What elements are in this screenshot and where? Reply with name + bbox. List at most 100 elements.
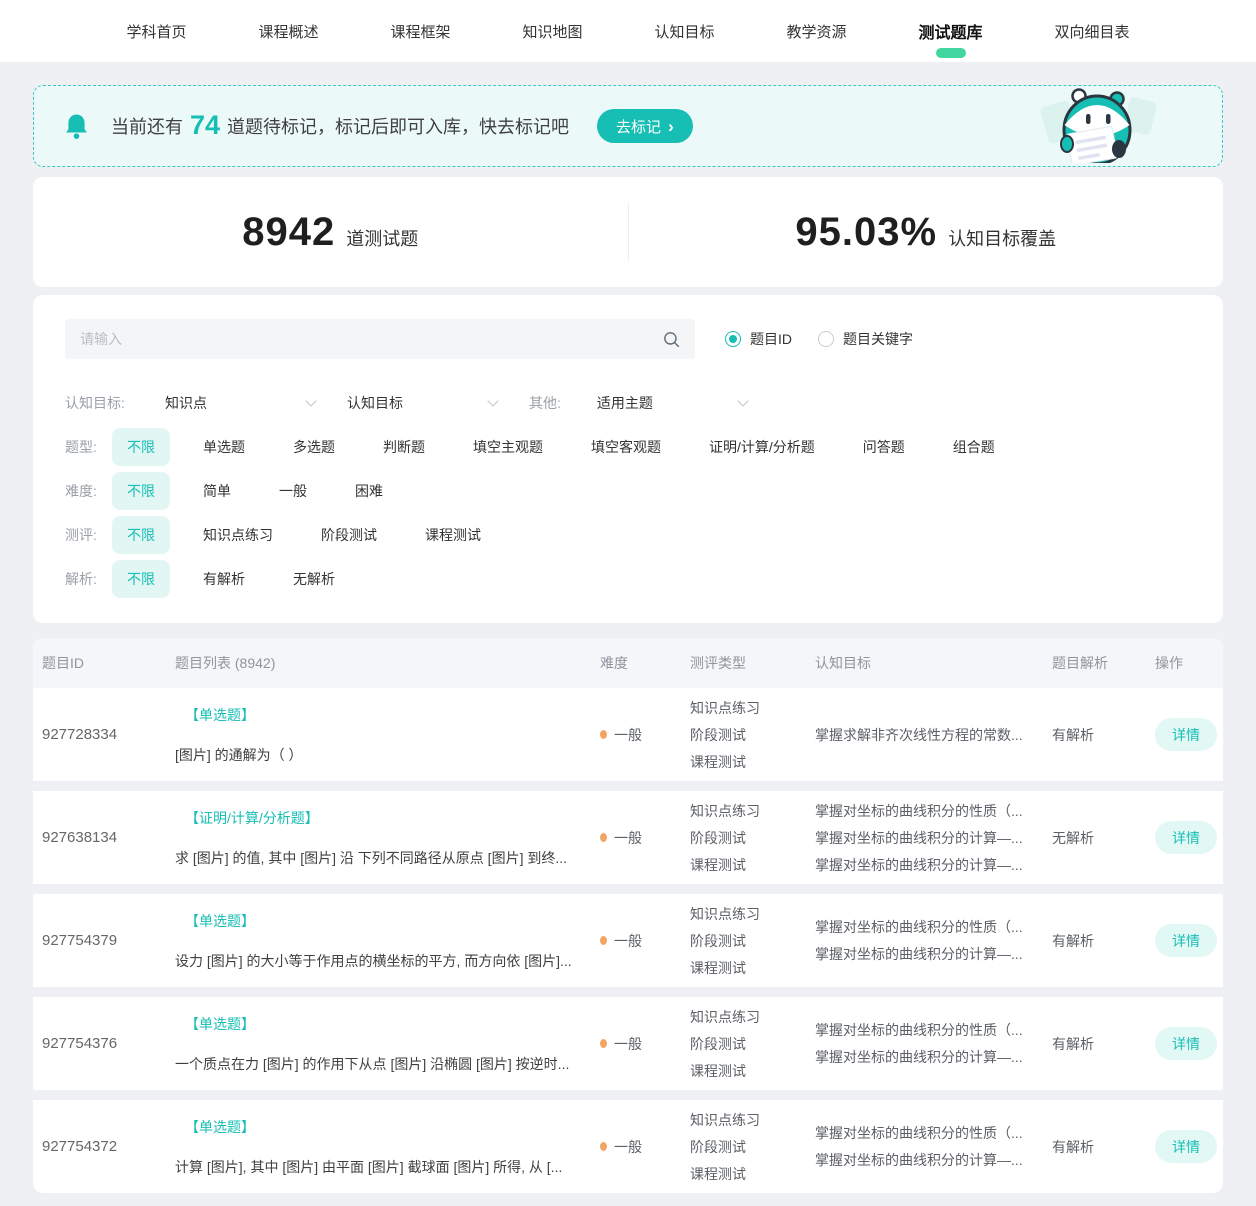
nav-item-8[interactable]: 双向细目表: [1055, 1, 1130, 62]
filter-option[interactable]: 证明/计算/分析题: [709, 437, 815, 457]
nav-item-label: 课程框架: [390, 24, 450, 41]
cell-eval-types: 知识点练习阶段测试课程测试: [690, 698, 815, 772]
nav-item-1[interactable]: 学科首页: [126, 1, 186, 62]
filter-option[interactable]: 困难: [355, 481, 383, 501]
filter-option[interactable]: 不限: [112, 560, 170, 598]
search-icon[interactable]: [663, 331, 680, 348]
analysis-status: 无解析: [1052, 830, 1094, 846]
dropdown-2[interactable]: 认知目标: [347, 393, 497, 413]
eval-type: 课程测试: [690, 752, 815, 772]
column-header: 难度: [600, 653, 690, 673]
filter-option[interactable]: 有解析: [203, 569, 245, 589]
column-header: 题目列表 (8942): [175, 653, 600, 673]
filter-option[interactable]: 组合题: [953, 437, 995, 457]
go-mark-button-label: 去标记: [616, 116, 661, 137]
detail-button[interactable]: 详情: [1155, 1130, 1217, 1163]
stats-card: 8942 道测试题 95.03% 认知目标覆盖: [33, 177, 1223, 287]
cell-analysis: 有解析: [1052, 725, 1155, 745]
chevron-down-icon: [487, 395, 498, 406]
question-type-link[interactable]: 【单选题】: [175, 911, 578, 931]
nav-item-7[interactable]: 测试题库: [919, 0, 983, 63]
filter-option[interactable]: 填空主观题: [473, 437, 543, 457]
search-input[interactable]: [80, 331, 663, 347]
filter-option[interactable]: 问答题: [863, 437, 905, 457]
filter-option[interactable]: 简单: [203, 481, 231, 501]
table-row: 927728334【单选题】[图片] 的通解为（ ）一般知识点练习阶段测试课程测…: [33, 688, 1223, 781]
nav-item-6[interactable]: 教学资源: [787, 1, 847, 62]
cell-difficulty: 一般: [600, 1034, 690, 1054]
search-mode-radios: 题目ID 题目关键字: [725, 329, 913, 349]
detail-button[interactable]: 详情: [1155, 1027, 1217, 1060]
detail-button[interactable]: 详情: [1155, 718, 1217, 751]
go-mark-button[interactable]: 去标记 ›: [597, 109, 693, 143]
nav-item-2[interactable]: 课程概述: [258, 1, 318, 62]
radio-option-1[interactable]: 题目ID: [725, 329, 792, 349]
question-type-link[interactable]: 【单选题】: [175, 1014, 578, 1034]
difficulty-dot-icon: [600, 833, 607, 842]
cell-question-id: 927754372: [33, 1138, 175, 1156]
filter-option[interactable]: 阶段测试: [321, 525, 377, 545]
filter-option[interactable]: 不限: [112, 428, 170, 466]
dropdown-other[interactable]: 适用主题: [597, 393, 747, 413]
filter-options: 不限知识点练习阶段测试课程测试: [127, 525, 481, 545]
cell-action: 详情: [1155, 1130, 1223, 1163]
dropdown-1[interactable]: 知识点: [165, 393, 315, 413]
cell-question: 【单选题】计算 [图片], 其中 [图片] 由平面 [图片] 截球面 [图片] …: [175, 1117, 600, 1177]
nav-item-4[interactable]: 知识地图: [522, 1, 582, 62]
filter-option[interactable]: 无解析: [293, 569, 335, 589]
nav-item-3[interactable]: 课程框架: [390, 1, 450, 62]
filter-option[interactable]: 判断题: [383, 437, 425, 457]
objective: 掌握对坐标的曲线积分的计算—...: [815, 855, 1038, 875]
cell-question-id: 927754376: [33, 1035, 175, 1053]
question-id: 927754379: [42, 932, 117, 949]
eval-type: 阶段测试: [690, 1034, 815, 1054]
cell-difficulty: 一般: [600, 828, 690, 848]
filter-row-4: 解析:不限有解析无解析: [65, 561, 1191, 597]
difficulty-dot-icon: [600, 1142, 607, 1151]
detail-button[interactable]: 详情: [1155, 821, 1217, 854]
difficulty-value: 一般: [600, 828, 690, 848]
chevron-down-icon: [305, 395, 316, 406]
difficulty-label: 一般: [614, 1034, 642, 1054]
question-type-link[interactable]: 【单选题】: [175, 1117, 578, 1137]
question-type-link[interactable]: 【证明/计算/分析题】: [175, 808, 578, 828]
detail-button[interactable]: 详情: [1155, 924, 1217, 957]
question-type-link[interactable]: 【单选题】: [175, 705, 578, 725]
page-body: 当前还有 74 道题待标记，标记后即可入库，快去标记吧 去标记 ›: [0, 85, 1256, 1193]
filter-option[interactable]: 单选题: [203, 437, 245, 457]
filter-option[interactable]: 填空客观题: [591, 437, 661, 457]
filter-option[interactable]: 知识点练习: [203, 525, 273, 545]
eval-type: 课程测试: [690, 958, 815, 978]
eval-type: 阶段测试: [690, 1137, 815, 1157]
filter-label-other: 其他:: [529, 393, 561, 413]
mascot-character: [1040, 83, 1160, 168]
radio-label: 题目ID: [750, 329, 792, 349]
difficulty-label: 一般: [614, 725, 642, 745]
cell-analysis: 有解析: [1052, 1034, 1155, 1054]
difficulty-value: 一般: [600, 931, 690, 951]
objective-list: 掌握对坐标的曲线积分的性质（...掌握对坐标的曲线积分的计算—...: [815, 1020, 1038, 1067]
objective: 掌握对坐标的曲线积分的计算—...: [815, 1150, 1038, 1170]
question-text: 一个质点在力 [图片] 的作用下从点 [图片] 沿椭圆 [图片] 按逆时...: [175, 1054, 578, 1074]
filter-option[interactable]: 不限: [112, 516, 170, 554]
analysis-status: 有解析: [1052, 1036, 1094, 1052]
nav-item-5[interactable]: 认知目标: [655, 1, 715, 62]
radio-option-2[interactable]: 题目关键字: [818, 329, 913, 349]
filter-option[interactable]: 不限: [112, 472, 170, 510]
cell-question: 【单选题】[图片] 的通解为（ ）: [175, 705, 600, 765]
eval-type: 知识点练习: [690, 1007, 815, 1027]
filter-option[interactable]: 一般: [279, 481, 307, 501]
eval-type: 阶段测试: [690, 931, 815, 951]
top-navigation: 学科首页 课程概述 课程框架 知识地图 认知目标 教学资源 测试题库 双向细目表: [0, 0, 1256, 62]
cell-objectives: 掌握对坐标的曲线积分的性质（...掌握对坐标的曲线积分的计算—...掌握对坐标的…: [815, 801, 1052, 875]
filter-option[interactable]: 课程测试: [425, 525, 481, 545]
column-header: 题目解析: [1052, 653, 1155, 673]
eval-type: 知识点练习: [690, 801, 815, 821]
question-text: 设力 [图片] 的大小等于作用点的横坐标的平方, 而方向依 [图片]...: [175, 951, 578, 971]
cell-eval-types: 知识点练习阶段测试课程测试: [690, 801, 815, 875]
objective-list: 掌握对坐标的曲线积分的性质（...掌握对坐标的曲线积分的计算—...: [815, 1123, 1038, 1170]
objective: 掌握对坐标的曲线积分的计算—...: [815, 944, 1038, 964]
cell-eval-types: 知识点练习阶段测试课程测试: [690, 1007, 815, 1081]
filter-option[interactable]: 多选题: [293, 437, 335, 457]
cell-action: 详情: [1155, 1027, 1223, 1060]
